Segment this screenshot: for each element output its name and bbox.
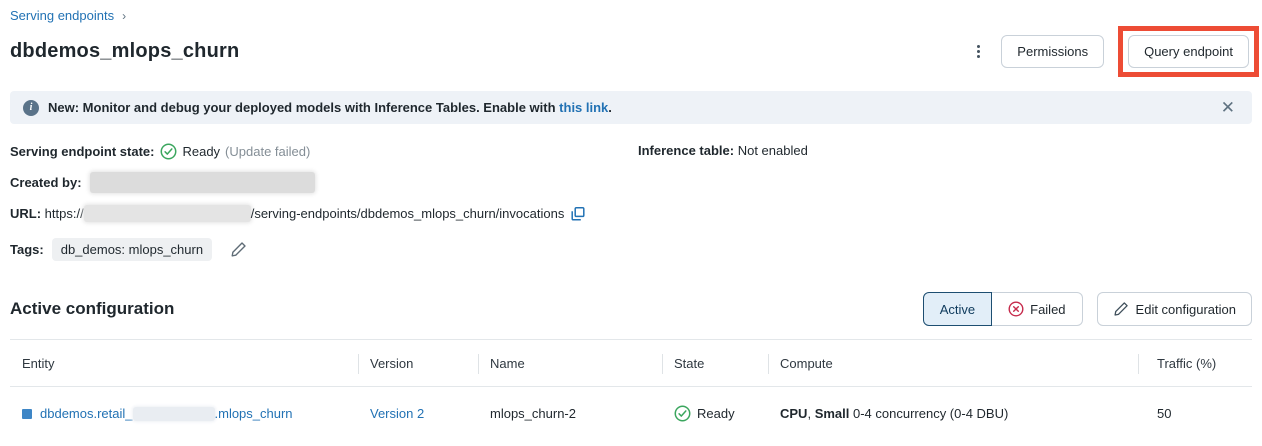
entity-suffix: .mlops_churn — [215, 406, 293, 421]
endpoint-state-note: (Update failed) — [225, 144, 310, 159]
url-redacted-host — [84, 205, 251, 222]
entity-prefix: dbdemos.retail_ — [40, 406, 133, 421]
inference-table-status: Inference table: Not enabled — [638, 143, 808, 158]
compute-size: Small — [815, 406, 850, 421]
col-header-version: Version — [358, 340, 478, 386]
inference-table-value: Not enabled — [738, 143, 808, 158]
permissions-button[interactable]: Permissions — [1001, 35, 1104, 68]
annotation-highlight-box: Query endpoint — [1118, 26, 1259, 77]
breadcrumb-chevron-icon: › — [122, 9, 126, 23]
check-circle-icon — [674, 405, 691, 422]
check-circle-icon — [160, 143, 177, 160]
inference-table-label: Inference table: — [638, 143, 734, 158]
col-header-entity: Entity — [10, 340, 358, 386]
version-link[interactable]: Version 2 — [370, 406, 424, 421]
row-state-label: Ready — [697, 406, 735, 421]
edit-configuration-button[interactable]: Edit configuration — [1097, 292, 1252, 326]
served-entities-table: Entity Version Name State Compute Traffi… — [10, 339, 1252, 422]
banner-text: New: Monitor and debug your deployed mod… — [48, 100, 612, 115]
inference-tables-banner: i New: Monitor and debug your deployed m… — [10, 91, 1252, 124]
info-icon: i — [23, 100, 39, 116]
col-header-state: State — [662, 340, 768, 386]
banner-period: . — [608, 100, 612, 115]
active-configuration-header: Active configuration Active Failed Edit … — [10, 292, 1252, 326]
compute-detail: 0-4 concurrency (0-4 DBU) — [849, 406, 1008, 421]
tags-row: Tags: db_demos: mlops_churn — [10, 238, 1252, 261]
page-title: dbdemos_mlops_churn — [10, 40, 239, 63]
kebab-menu-icon[interactable] — [969, 41, 987, 62]
col-header-name: Name — [478, 340, 662, 386]
model-icon — [22, 409, 32, 419]
table-header-row: Entity Version Name State Compute Traffi… — [10, 339, 1252, 387]
entity-link[interactable]: dbdemos.retail_ .mlops_churn — [40, 406, 293, 421]
edit-tags-pencil-icon[interactable] — [230, 241, 247, 258]
url-prefix: https:// — [45, 206, 84, 221]
created-by-label: Created by: — [10, 175, 82, 190]
failed-tab-button[interactable]: Failed — [992, 292, 1082, 326]
copy-icon[interactable] — [570, 206, 586, 222]
query-endpoint-button[interactable]: Query endpoint — [1128, 35, 1249, 68]
config-actions: Active Failed Edit configuration — [923, 292, 1252, 326]
breadcrumb: Serving endpoints › — [10, 0, 1252, 23]
edit-configuration-label: Edit configuration — [1136, 302, 1236, 317]
edit-pencil-icon — [1113, 301, 1129, 317]
entity-cell: dbdemos.retail_ .mlops_churn — [10, 388, 358, 421]
state-cell: Ready — [662, 387, 768, 422]
entity-redacted-catalog — [133, 407, 215, 421]
url-label: URL: — [10, 206, 41, 221]
banner-text-main: New: Monitor and debug your deployed mod… — [48, 100, 556, 115]
col-header-traffic: Traffic (%) — [1138, 340, 1252, 386]
created-by-redacted-value — [90, 172, 315, 193]
config-filter-group: Active Failed — [923, 292, 1083, 326]
endpoint-state-label: Serving endpoint state: — [10, 144, 154, 159]
tag-chip: db_demos: mlops_churn — [52, 238, 212, 261]
url-row: URL: https:// /serving-endpoints/dbdemos_… — [10, 205, 1252, 222]
page-header: dbdemos_mlops_churn Permissions Query en… — [10, 25, 1252, 77]
table-row: dbdemos.retail_ .mlops_churn Version 2 ml… — [10, 387, 1252, 422]
traffic-cell: 50 — [1138, 388, 1252, 421]
compute-comma: , — [807, 406, 814, 421]
active-tab-button[interactable]: Active — [923, 292, 992, 326]
endpoint-state-row: Serving endpoint state: Ready (Update fa… — [10, 143, 1252, 160]
name-cell: mlops_churn-2 — [478, 388, 662, 421]
version-cell: Version 2 — [358, 388, 478, 421]
failed-tab-label: Failed — [1030, 302, 1065, 317]
col-header-compute: Compute — [768, 340, 1138, 386]
breadcrumb-serving-endpoints-link[interactable]: Serving endpoints — [10, 8, 114, 23]
failed-x-circle-icon — [1008, 301, 1024, 317]
created-by-row: Created by: — [10, 172, 1252, 193]
url-suffix: /serving-endpoints/dbdemos_mlops_churn/i… — [251, 206, 565, 221]
close-icon[interactable]: ✕ — [1217, 97, 1239, 118]
header-actions: Permissions Query endpoint — [969, 26, 1252, 77]
compute-type: CPU — [780, 406, 807, 421]
endpoint-state-value: Ready — [182, 144, 220, 159]
active-configuration-title: Active configuration — [10, 299, 174, 319]
compute-cell: CPU, Small 0-4 concurrency (0-4 DBU) — [768, 388, 1138, 421]
tags-label: Tags: — [10, 242, 44, 257]
banner-this-link[interactable]: this link — [559, 100, 608, 115]
